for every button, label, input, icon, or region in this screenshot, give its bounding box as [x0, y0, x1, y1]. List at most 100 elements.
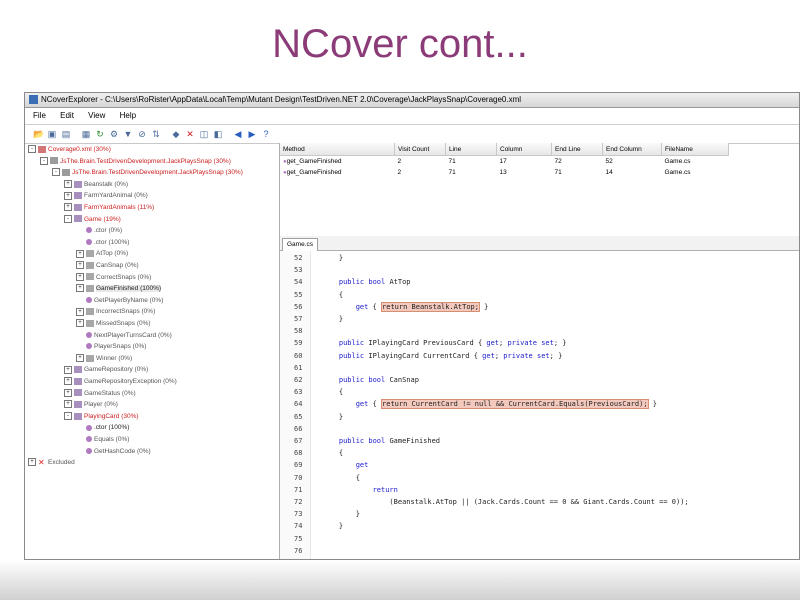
expand-icon[interactable]: +	[64, 365, 72, 374]
tree-node[interactable]: GetPlayerByName (0%)	[76, 296, 163, 306]
tree-node[interactable]: + Player (0%)	[64, 400, 118, 410]
tree-node[interactable]: NextPlayerTurnsCard (0%)	[76, 331, 172, 341]
class-icon	[74, 400, 82, 408]
expand-icon[interactable]: +	[64, 388, 72, 397]
code-line: get { return CurrentCard != null && Curr…	[355, 399, 657, 410]
collapse-icon[interactable]: -	[64, 412, 72, 421]
menu-edit[interactable]: Edit	[60, 108, 74, 124]
tree-node[interactable]: PlayerSnaps (0%)	[76, 342, 146, 352]
sort-icon[interactable]: ⇅	[151, 129, 161, 139]
tree-node[interactable]: + Beanstalk (0%)	[64, 180, 128, 190]
expand-icon[interactable]: +	[76, 319, 84, 328]
ncover-explorer-window: NCoverExplorer - C:\Users\RoRister\AppDa…	[24, 92, 800, 560]
column-header[interactable]: Column	[496, 143, 552, 156]
expand-icon[interactable]: +	[64, 180, 72, 189]
table-row[interactable]: ●get_GameFinished 2 71 17 72 52 Game.cs	[280, 156, 729, 168]
tree-node[interactable]: .ctor (0%)	[76, 226, 122, 236]
expand-icon[interactable]: +	[76, 272, 84, 281]
expand-icon[interactable]: +	[28, 458, 36, 467]
tree-node[interactable]: - JsThe.Brain.TestDrivenDevelopment.JackP…	[52, 168, 243, 178]
tab-game-cs[interactable]: Game.cs	[282, 238, 319, 251]
expand-icon[interactable]: +	[76, 249, 84, 258]
save-as-icon[interactable]: ▤	[61, 129, 71, 139]
tree-node[interactable]: + FarmYardAnimal (0%)	[64, 191, 148, 201]
html-icon[interactable]: ◧	[213, 129, 223, 139]
save-icon[interactable]: ▣	[47, 129, 57, 139]
expand-icon[interactable]: +	[64, 400, 72, 409]
tree-node[interactable]: .ctor (100%)	[76, 423, 129, 433]
refresh-icon[interactable]: ↻	[95, 129, 105, 139]
code-line: {	[322, 473, 360, 482]
collapse-icon[interactable]: -	[28, 145, 36, 154]
tree-node[interactable]: - JsThe.Brain.TestDrivenDevelopment.JackP…	[40, 156, 231, 167]
highlight-icon[interactable]: ◆	[171, 129, 181, 139]
tree-node[interactable]: + MissedSnaps (0%)	[76, 319, 151, 329]
column-header[interactable]: Visit Count	[394, 143, 446, 156]
back-icon[interactable]: ◀	[233, 129, 243, 139]
tree-node[interactable]: + IncorrectSnaps (0%)	[76, 307, 155, 317]
tree-node-label: Equals (0%)	[94, 436, 130, 443]
delete-icon[interactable]: ✕	[185, 129, 195, 139]
filter-icon[interactable]: ▼	[123, 129, 133, 139]
menu-help[interactable]: Help	[120, 108, 136, 124]
tree-node[interactable]: - Coverage0.xml (30%)	[28, 145, 111, 155]
table-cell: 17	[497, 156, 552, 168]
window-titlebar[interactable]: NCoverExplorer - C:\Users\RoRister\AppDa…	[25, 93, 799, 108]
column-header[interactable]: Method	[280, 143, 395, 156]
expand-icon[interactable]: +	[76, 284, 84, 293]
module-icon	[50, 157, 58, 165]
options-icon[interactable]: ⚙	[109, 129, 119, 139]
xml-icon[interactable]: ◫	[199, 129, 209, 139]
method-icon	[86, 239, 92, 246]
column-header[interactable]: End Line	[551, 143, 603, 156]
report-icon[interactable]: ▦	[81, 129, 91, 139]
expand-icon[interactable]: +	[64, 191, 72, 200]
collapse-icon[interactable]: -	[40, 156, 48, 165]
collapse-icon[interactable]: -	[64, 214, 72, 223]
expand-icon[interactable]: +	[64, 203, 72, 212]
tree-node[interactable]: - PlayingCard (30%)	[64, 412, 139, 422]
tree-node[interactable]: Equals (0%)	[76, 435, 129, 445]
expand-icon[interactable]: +	[64, 377, 72, 386]
tree-node[interactable]: + GameStatus (0%)	[64, 388, 136, 399]
menu-view[interactable]: View	[88, 108, 105, 124]
exclude-icon[interactable]: ⊘	[137, 129, 147, 139]
cell-text: Game.cs	[664, 169, 691, 176]
code-line: public bool AtTop	[338, 278, 411, 287]
class-icon	[74, 377, 82, 385]
expand-icon[interactable]: +	[76, 307, 84, 316]
tree-node[interactable]: + ✕ Excluded	[28, 458, 75, 468]
tree-node[interactable]: - Game (19%)	[64, 214, 121, 225]
tree-node-label: CanSnap (0%)	[96, 262, 139, 269]
column-header[interactable]: End Column	[602, 143, 662, 156]
property-icon	[86, 354, 94, 362]
menu-file[interactable]: File	[33, 108, 46, 124]
tree-node[interactable]: + FarmYardAnimals (11%)	[64, 203, 154, 213]
collapse-icon[interactable]: -	[52, 168, 60, 177]
column-header[interactable]: FileName	[661, 143, 729, 156]
tree-node[interactable]: + GameFinished (100%)	[76, 284, 162, 294]
expand-icon[interactable]: +	[76, 354, 84, 363]
property-icon	[86, 250, 94, 258]
method-icon	[86, 436, 92, 443]
tree-node[interactable]: + GameRepositoryException (0%)	[64, 377, 177, 387]
tree-node[interactable]: GetHashCode (0%)	[76, 447, 151, 457]
forward-icon[interactable]: ▶	[247, 129, 257, 139]
tree-node[interactable]: + AtTop (0%)	[76, 249, 128, 259]
tree-node[interactable]: + GameRepository (0%)	[64, 365, 148, 375]
property-icon	[86, 319, 94, 327]
property-icon	[86, 273, 94, 281]
tree-node[interactable]: + CanSnap (0%)	[76, 261, 139, 271]
tree-node[interactable]: + CorrectSnaps (0%)	[76, 272, 151, 283]
line-number: 64	[294, 400, 303, 409]
tree-node[interactable]: + Winner (0%)	[76, 354, 132, 364]
column-header[interactable]: Line	[445, 143, 497, 156]
line-number: 76	[294, 546, 303, 555]
open-icon[interactable]: 📂	[33, 129, 44, 139]
table-row[interactable]: ●get_GameFinished 2 71 13 71 14 Game.cs	[280, 167, 729, 178]
tree-node-label: Winner (0%)	[96, 354, 133, 362]
help-icon[interactable]: ?	[261, 129, 271, 139]
uncovered-code-highlight: return Beanstalk.AtTop;	[381, 301, 480, 312]
expand-icon[interactable]: +	[76, 261, 84, 270]
tree-node[interactable]: .ctor (100%)	[76, 238, 129, 248]
